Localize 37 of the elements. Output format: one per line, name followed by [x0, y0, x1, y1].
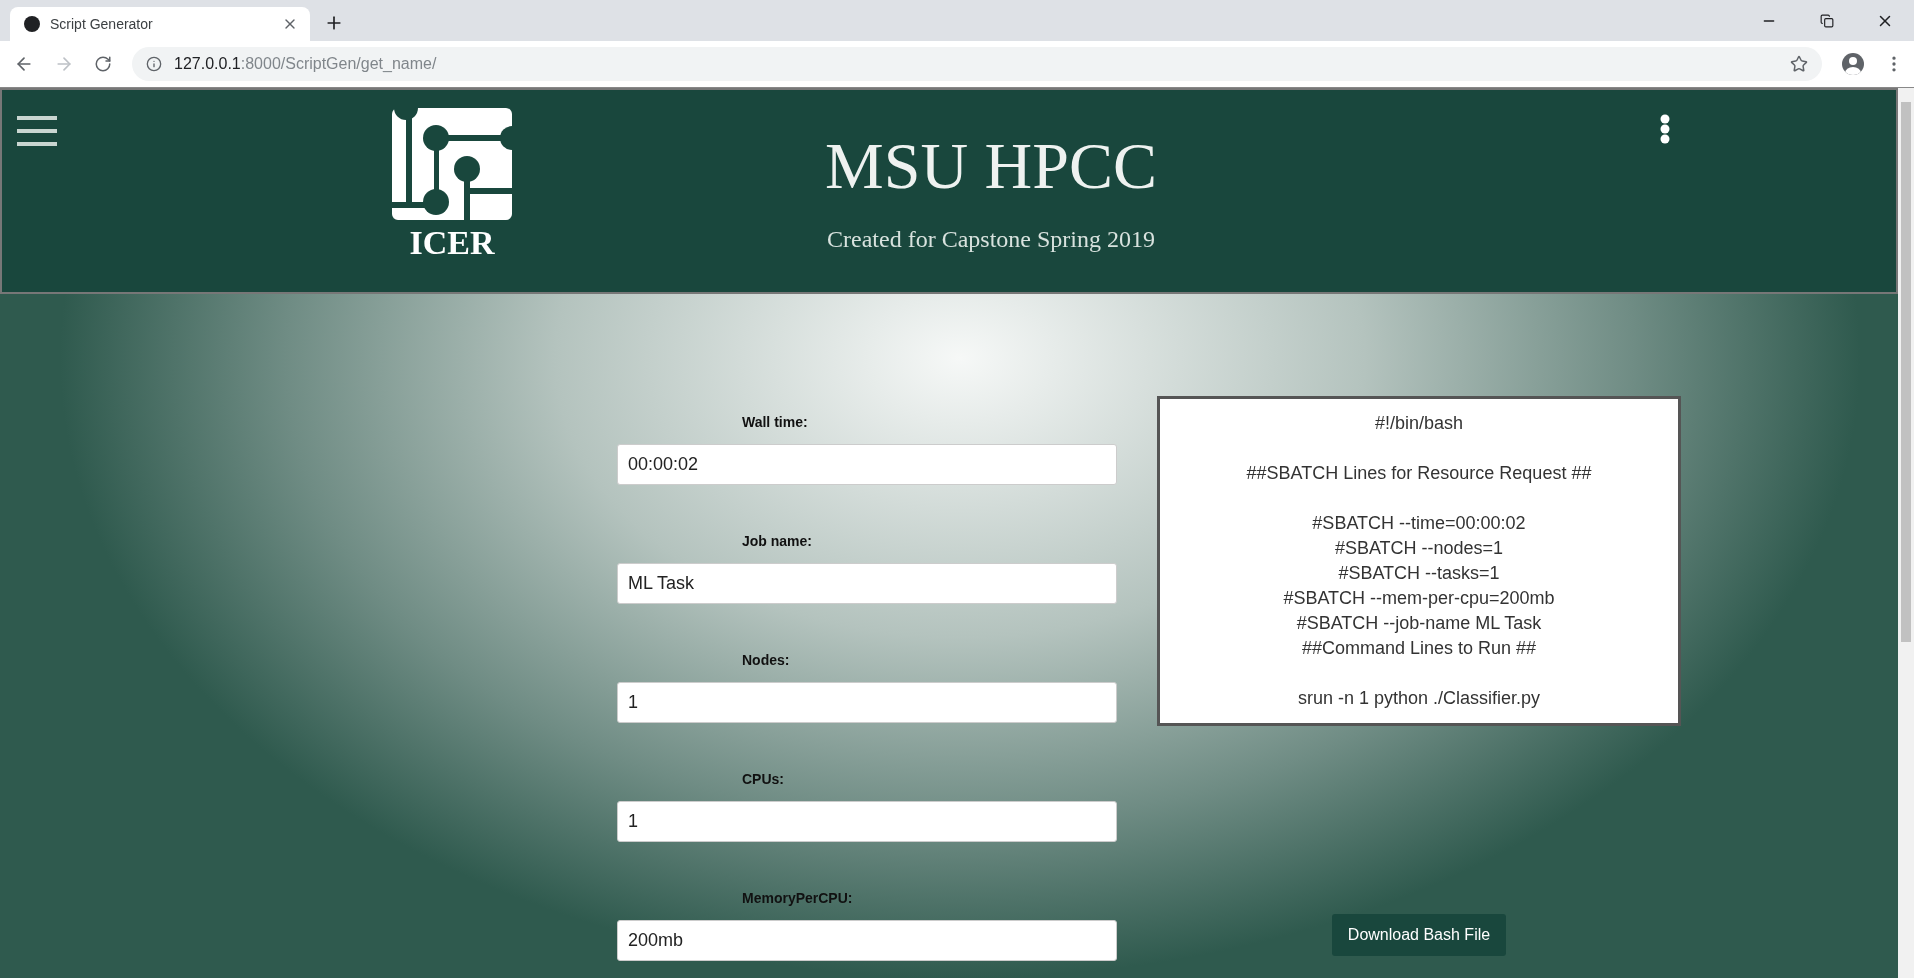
- star-icon[interactable]: [1790, 55, 1808, 73]
- favicon-icon: [24, 16, 40, 32]
- script-line: ##SBATCH Lines for Resource Request ##: [1246, 462, 1592, 485]
- scrollbar[interactable]: [1898, 88, 1914, 978]
- site-subtitle: Created for Capstone Spring 2019: [827, 226, 1155, 253]
- script-line: #SBATCH --time=00:00:02: [1312, 512, 1526, 535]
- address-bar[interactable]: 127.0.0.1:8000/ScriptGen/get_name/: [132, 47, 1822, 81]
- url-text: 127.0.0.1:8000/ScriptGen/get_name/: [174, 55, 438, 73]
- profile-icon[interactable]: [1842, 53, 1864, 75]
- menu-icon[interactable]: [17, 116, 57, 146]
- field-label: MemoryPerCPU:: [742, 890, 854, 908]
- site-title: MSU HPCC: [825, 128, 1157, 204]
- browser-tab[interactable]: Script Generator: [10, 7, 310, 41]
- tab-title: Script Generator: [50, 16, 154, 32]
- script-line: #SBATCH --nodes=1: [1334, 537, 1504, 560]
- script-line: #SBATCH --mem-per-cpu=200mb: [1283, 587, 1555, 610]
- script-line: ##Command Lines to Run ##: [1301, 637, 1537, 660]
- download-button[interactable]: Download Bash File: [1331, 914, 1507, 956]
- more-options-icon[interactable]: [1660, 114, 1670, 144]
- field-label: CPUs:: [742, 771, 785, 789]
- input-field[interactable]: ML Task: [617, 563, 1117, 604]
- reload-icon[interactable]: [94, 55, 112, 73]
- field-label: Wall time:: [742, 414, 809, 432]
- script-line: #!/bin/bash: [1374, 412, 1464, 435]
- field-label: Job name:: [742, 533, 813, 551]
- input-field[interactable]: 00:00:02: [617, 444, 1117, 485]
- script-line: #SBATCH --job-name ML Task: [1296, 612, 1542, 635]
- script-line: srun -n 1 python ./Classifier.py: [1297, 687, 1541, 710]
- scrollbar-thumb[interactable]: [1901, 102, 1911, 642]
- info-icon: [146, 56, 162, 72]
- logo-icon: [392, 108, 512, 220]
- script-line: #SBATCH --tasks=1: [1338, 562, 1500, 585]
- input-field[interactable]: 1: [617, 801, 1117, 842]
- input-field[interactable]: 200mb: [617, 920, 1117, 961]
- logo-text: ICER: [409, 224, 495, 262]
- field-label: Nodes:: [742, 652, 791, 670]
- input-field[interactable]: 1: [617, 682, 1117, 723]
